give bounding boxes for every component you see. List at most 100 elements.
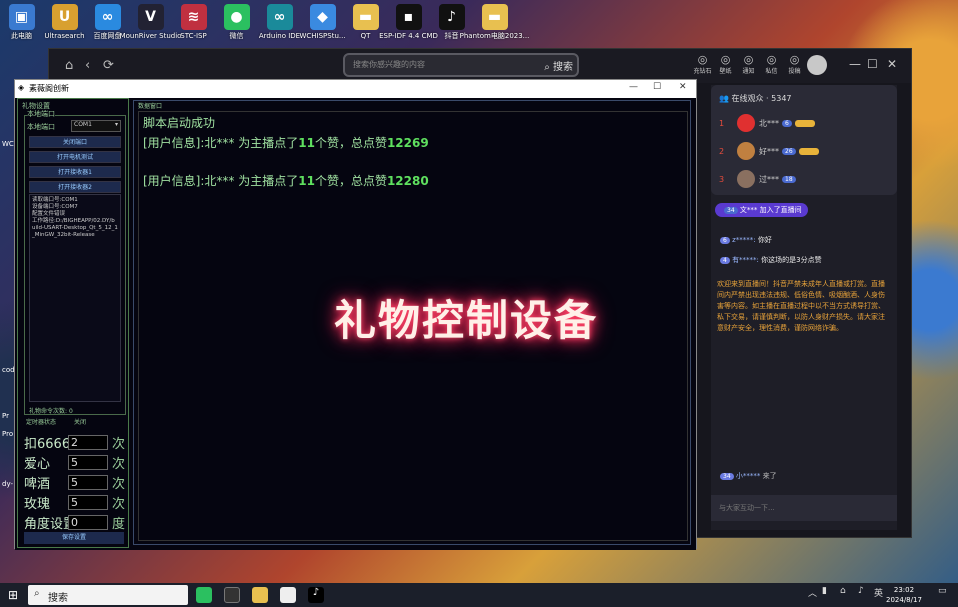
desktop-icon[interactable]: ∞ Arduino IDE	[258, 0, 301, 48]
port-group-label: 本地端口	[27, 109, 55, 119]
ultrasearch-icon: U	[51, 4, 78, 30]
motor-test-button[interactable]: 打开电机测试	[29, 151, 121, 163]
folder-icon: ▬	[352, 4, 379, 30]
data-line-mid: 个赞，总点赞	[314, 136, 387, 150]
close-icon[interactable]: ✕	[679, 82, 687, 92]
data-line-prefix: [用户信息]:北*** 为主播点了	[143, 136, 299, 150]
level-badge: 6	[720, 237, 730, 244]
app-taskbar-icon[interactable]	[280, 587, 296, 603]
avatar[interactable]	[807, 55, 827, 75]
viewer-row[interactable]: 3 过*** 18	[719, 169, 796, 189]
explorer-taskbar-icon[interactable]	[252, 587, 268, 603]
wechat-taskbar-icon[interactable]	[196, 587, 212, 603]
viewer-avatar	[737, 170, 755, 188]
fan-badge	[798, 147, 819, 155]
back-icon[interactable]: ‹	[85, 58, 90, 73]
desktop-side-label[interactable]: Pro	[2, 430, 13, 438]
comment-input[interactable]: 与大家互动一下...	[711, 495, 897, 521]
tool-label: 投稿	[788, 68, 801, 75]
desktop-icon-label: QT	[360, 32, 371, 40]
desktop-icon[interactable]: ◆ WCHISPStu...	[299, 0, 346, 48]
gift-count-input[interactable]: 2	[68, 434, 108, 450]
gift-count-input[interactable]: 0	[68, 514, 108, 530]
clock[interactable]: 23:02 2024/8/17	[886, 585, 922, 605]
wechat-icon: ●	[223, 4, 250, 30]
tool-diamond[interactable]: ◎ 充钻石	[691, 53, 714, 75]
search-input[interactable]: 搜索你感兴趣的内容 ⌕ 搜索	[343, 53, 579, 77]
gift-label: 啤酒	[24, 476, 51, 492]
data-output: 礼物控制设备 脚本启动成功 [用户信息]:北*** 为主播点了11个赞，总点赞12…	[138, 111, 688, 541]
gift-count-input[interactable]: 5	[68, 494, 108, 510]
save-button[interactable]: 保存设置	[24, 532, 124, 544]
desktop-side-label[interactable]: WC	[2, 140, 14, 148]
gift-control-window: ◈ 素薇阁创新 — ☐ ✕ 礼物设置 本地端口 本地端口 COM1 ▾ 关闭端口打…	[14, 79, 697, 550]
data-window: 数据窗口 礼物控制设备 脚本启动成功 [用户信息]:北*** 为主播点了11个赞，…	[133, 100, 691, 545]
gift-count-input[interactable]: 5	[68, 474, 108, 490]
tool-upload[interactable]: ◎ 投稿	[783, 53, 806, 75]
maximize-icon[interactable]: ☐	[653, 82, 661, 92]
tray-chevron-icon[interactable]: ︿	[808, 586, 817, 599]
desktop-icon-label: 百度网盘	[93, 32, 122, 40]
viewer-row[interactable]: 1 北*** 6	[719, 113, 815, 133]
network-icon[interactable]: ⌂	[840, 586, 846, 596]
ime-indicator[interactable]: 英	[874, 586, 883, 599]
close-icon[interactable]: ✕	[887, 57, 897, 71]
desktop-icon[interactable]: U Ultrasearch	[43, 0, 86, 48]
desktop-icon[interactable]: ▣ 此电脑	[0, 0, 43, 48]
live-side-panel: 👥 在线观众 · 5347 1 北*** 6 2 好*** 26 3 过*** 18 34 文*…	[711, 85, 897, 530]
desktop-icon[interactable]: ▬ QT	[344, 0, 387, 48]
maximize-icon[interactable]: ☐	[867, 57, 878, 71]
viewer-row[interactable]: 2 好*** 26	[719, 141, 819, 161]
data-line-bold2: 12280	[386, 174, 429, 188]
browser-toolbar: ⌂ ‹ ⟳ 搜索你感兴趣的内容 ⌕ 搜索 ◎ 充钻石 ◎ 壁纸 ◎ 通知 ◎ 私信 ◎ 投稿 — …	[49, 49, 911, 83]
tool-wallpaper[interactable]: ◎ 壁纸	[714, 53, 737, 75]
desktop-icon[interactable]: ▬ Phantom电脑2023...	[460, 0, 529, 48]
receiver2-button[interactable]: 打开接收器2	[29, 181, 121, 193]
data-line-bold1: 11	[298, 174, 315, 188]
reload-icon[interactable]: ⟳	[103, 58, 114, 73]
taskbar-search[interactable]: ⌕ 搜索	[28, 585, 188, 605]
minimize-icon[interactable]: —	[849, 57, 861, 71]
tool-taskbar-icon[interactable]	[224, 587, 240, 603]
tool-message[interactable]: ◎ 私信	[760, 53, 783, 75]
home-icon[interactable]: ⌂	[65, 58, 73, 73]
desktop-side-label[interactable]: dy-	[2, 480, 13, 488]
desktop-icon[interactable]: ∞ 百度网盘	[86, 0, 129, 48]
cmd-count-label: 礼物命令次数:	[29, 408, 68, 415]
douyin-taskbar-icon[interactable]: ♪	[308, 587, 324, 603]
data-line: [用户信息]:北*** 为主播点了11个赞，总点赞12269	[143, 134, 429, 151]
receiver1-button[interactable]: 打开接收器1	[29, 166, 121, 178]
desktop-icon[interactable]: V MounRiver Studio	[120, 0, 181, 48]
search-button-label: 搜索	[553, 62, 573, 73]
online-viewers-box: 👥 在线观众 · 5347 1 北*** 6 2 好*** 26 3 过*** 18	[711, 85, 897, 195]
app-icon: ◈	[18, 83, 25, 92]
data-window-label: 数据窗口	[138, 103, 163, 110]
log-output: 读取端口号:COM1 设备端口号:COM7 配置文件错误 工作路径:D:/BIG…	[29, 194, 121, 402]
esp-idf-icon: ▪	[395, 4, 422, 30]
gift-unit: 次	[112, 496, 126, 512]
port-select[interactable]: COM1 ▾	[71, 120, 121, 132]
desktop-side-label[interactable]: Pr	[2, 412, 9, 420]
viewer-name: 北***	[759, 118, 779, 128]
desktop-icon-label: STC-ISP	[180, 32, 207, 40]
desktop-icon[interactable]: ▪ ESP-IDF 4.4 CMD	[379, 0, 438, 48]
desktop-icon[interactable]: ≋ STC-ISP	[172, 0, 215, 48]
close-port-button[interactable]: 关闭端口	[29, 136, 121, 148]
mounriver-icon: V	[137, 4, 164, 30]
search-button[interactable]: ⌕ 搜索	[544, 58, 573, 73]
chat-user: 有*****:	[732, 256, 759, 264]
desktop-icon[interactable]: ♪ 抖音	[430, 0, 473, 48]
notification-icon[interactable]: ▭	[938, 586, 947, 596]
tool-bell[interactable]: ◎ 通知	[737, 53, 760, 75]
gift-unit: 度	[112, 516, 126, 532]
online-label: 在线观众	[731, 94, 764, 103]
minimize-icon[interactable]: —	[629, 82, 638, 92]
windows-start-icon[interactable]: ⊞	[8, 588, 18, 602]
desktop-icon[interactable]: ● 微信	[215, 0, 258, 48]
volume-icon[interactable]: ♪	[858, 586, 864, 596]
viewer-rank: 2	[719, 146, 725, 156]
data-line-prefix: 脚本启动成功	[143, 116, 216, 130]
gift-count-input[interactable]: 5	[68, 454, 108, 470]
level-badge: 6	[782, 119, 792, 127]
desktop-side-label[interactable]: cod	[2, 366, 15, 374]
